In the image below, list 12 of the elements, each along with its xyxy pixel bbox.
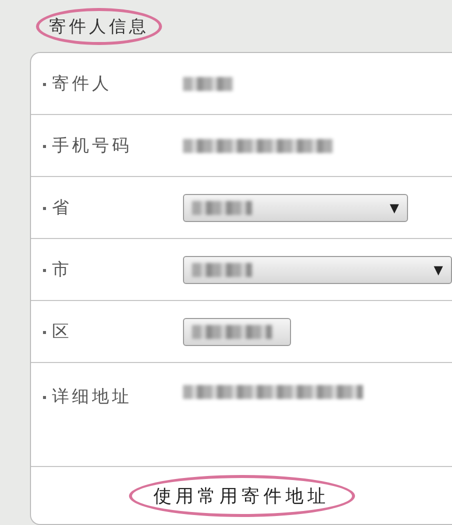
field-label: 寄件人 <box>31 72 183 95</box>
dropdown[interactable]: ▼ <box>182 256 452 284</box>
field-label: 省 <box>31 196 183 219</box>
use-saved-address-button[interactable]: 使用常用寄件地址 <box>128 474 354 516</box>
dropdown[interactable]: ▼ <box>183 194 408 222</box>
field-label: 市 <box>31 258 183 281</box>
field-label: 区 <box>31 320 183 343</box>
field-label: 手机号码 <box>31 134 183 157</box>
blurred-value <box>183 76 233 90</box>
section-title: 寄件人信息 <box>36 8 162 44</box>
dropdown[interactable] <box>183 318 291 346</box>
field-label: 详细地址 <box>31 385 183 408</box>
